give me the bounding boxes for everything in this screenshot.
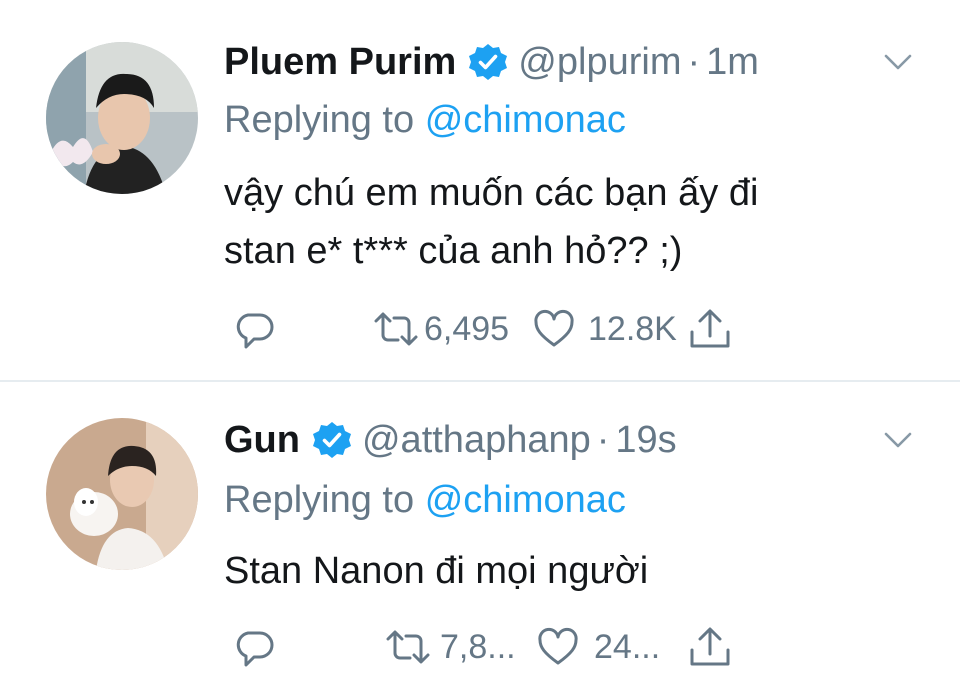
tweet-actions: 6,495 12.8K bbox=[224, 304, 744, 354]
retweet-icon bbox=[374, 312, 418, 346]
tweet[interactable]: Gun @atthaphanp · 19s Replying to @chimo… bbox=[0, 382, 960, 684]
replying-to: Replying to @chimonac bbox=[224, 96, 626, 144]
like-count: 24... bbox=[594, 627, 661, 666]
reply-icon bbox=[236, 313, 274, 349]
tweet-text-line: Stan Nanon đi mọi người bbox=[224, 550, 649, 592]
share-button[interactable] bbox=[686, 304, 734, 354]
tweet-header: Pluem Purim @plpurim · 1m bbox=[224, 36, 759, 88]
like-button[interactable]: 24... bbox=[534, 622, 660, 672]
share-button[interactable] bbox=[686, 622, 734, 672]
tweet-text-line: vậy chú em muốn các bạn ấy đi bbox=[224, 172, 759, 214]
retweet-button[interactable]: 7,8... bbox=[380, 622, 516, 672]
chevron-down-icon[interactable] bbox=[880, 422, 916, 458]
chevron-down-icon[interactable] bbox=[880, 44, 916, 80]
tweet-text: Stan Nanon đi mọi người bbox=[224, 542, 904, 600]
mention-link[interactable]: @chimonac bbox=[425, 479, 626, 521]
like-count: 12.8K bbox=[588, 309, 677, 348]
separator-dot: · bbox=[687, 41, 701, 83]
tweet[interactable]: Pluem Purim @plpurim · 1m Replying to @c… bbox=[0, 0, 960, 380]
share-icon bbox=[690, 627, 730, 666]
avatar[interactable] bbox=[46, 42, 198, 194]
avatar-photo bbox=[46, 42, 198, 194]
share-icon bbox=[690, 309, 730, 348]
tweet-feed: Pluem Purim @plpurim · 1m Replying to @c… bbox=[0, 0, 960, 684]
avatar[interactable] bbox=[46, 418, 198, 570]
retweet-icon bbox=[386, 630, 430, 664]
like-icon bbox=[538, 627, 578, 665]
reply-button[interactable] bbox=[232, 304, 276, 354]
replying-prefix: Replying to bbox=[224, 99, 415, 141]
retweet-count: 7,8... bbox=[440, 627, 516, 666]
verified-badge-icon bbox=[312, 420, 352, 460]
replying-prefix: Replying to bbox=[224, 479, 415, 521]
timestamp[interactable]: 1m bbox=[706, 36, 759, 88]
like-icon bbox=[534, 309, 574, 347]
avatar-photo bbox=[46, 418, 198, 570]
timestamp[interactable]: 19s bbox=[615, 414, 676, 466]
tweet-header: Gun @atthaphanp · 19s bbox=[224, 414, 677, 466]
tweet-actions: 7,8... 24... bbox=[224, 622, 744, 672]
display-name[interactable]: Pluem Purim bbox=[224, 36, 456, 88]
user-handle[interactable]: @atthaphanp bbox=[362, 414, 591, 466]
replying-to: Replying to @chimonac bbox=[224, 476, 626, 524]
reply-button[interactable] bbox=[232, 622, 276, 672]
display-name[interactable]: Gun bbox=[224, 414, 300, 466]
tweet-text-line: stan e* t*** của anh hỏ?? ;) bbox=[224, 230, 683, 272]
retweet-button[interactable]: 6,495 bbox=[372, 304, 509, 354]
verified-badge-icon bbox=[468, 42, 508, 82]
separator-dot: · bbox=[596, 419, 610, 461]
user-handle[interactable]: @plpurim bbox=[518, 36, 681, 88]
retweet-count: 6,495 bbox=[424, 309, 510, 348]
like-button[interactable]: 12.8K bbox=[532, 304, 677, 354]
reply-icon bbox=[236, 631, 274, 667]
tweet-text: vậy chú em muốn các bạn ấy đi stan e* t*… bbox=[224, 164, 904, 280]
mention-link[interactable]: @chimonac bbox=[425, 99, 626, 141]
